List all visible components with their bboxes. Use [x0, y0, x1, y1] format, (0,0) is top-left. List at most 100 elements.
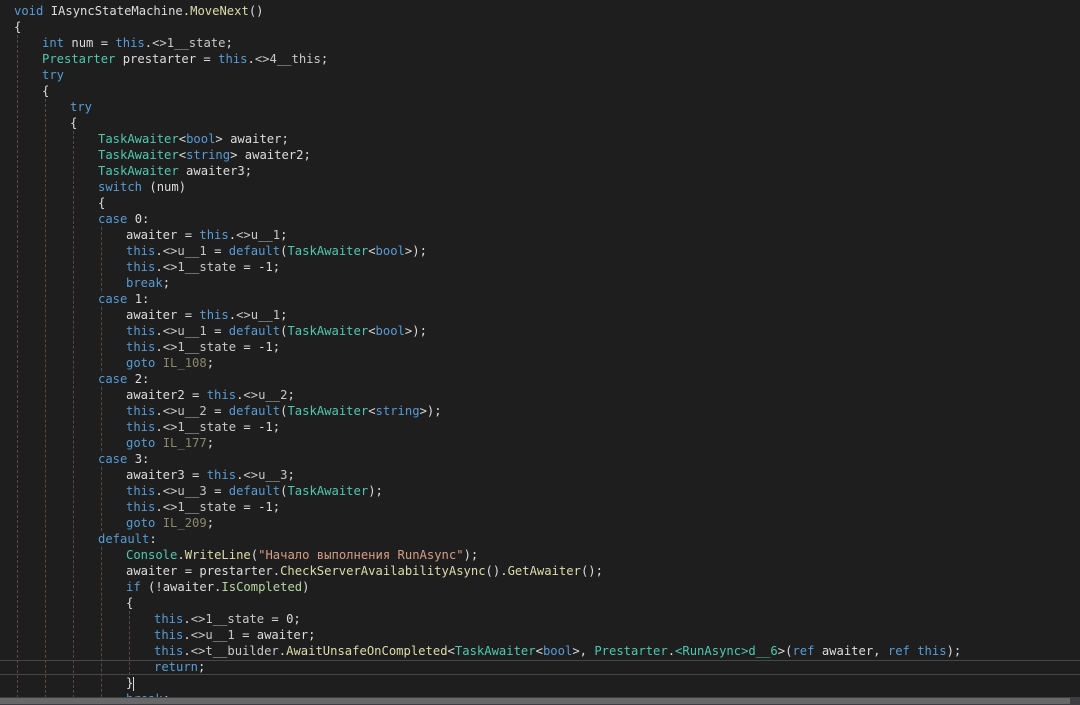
- horizontal-scrollbar[interactable]: [0, 697, 1080, 705]
- code-line[interactable]: if (!awaiter.IsCompleted): [0, 579, 1080, 595]
- code-line[interactable]: this.<>1__state = 0;: [0, 611, 1080, 627]
- code-token: Prestarter: [594, 644, 668, 658]
- code-token: .: [228, 228, 237, 242]
- code-token: ;: [320, 52, 329, 66]
- code-line[interactable]: default:: [0, 531, 1080, 547]
- code-token: case: [98, 212, 128, 226]
- code-line[interactable]: break;: [0, 275, 1080, 291]
- code-line[interactable]: Prestarter prestarter = this.<>4__this;: [0, 51, 1080, 67]
- code-token: TaskAwaiter: [454, 644, 536, 658]
- code-line[interactable]: goto IL_108;: [0, 355, 1080, 371]
- code-token: try: [70, 100, 93, 114]
- code-token: <RunAsync>d__6: [675, 644, 778, 658]
- code-line[interactable]: awaiter3 = this.<>u__3;: [0, 467, 1080, 483]
- code-line[interactable]: case 0:: [0, 211, 1080, 227]
- code-line[interactable]: this.<>u__1 = default(TaskAwaiter<bool>)…: [0, 323, 1080, 339]
- code-token: (!awaiter.: [140, 580, 222, 594]
- code-line[interactable]: TaskAwaiter<string> awaiter2;: [0, 147, 1080, 163]
- code-line[interactable]: void IAsyncStateMachine.MoveNext(): [0, 3, 1080, 19]
- code-line[interactable]: try: [0, 67, 1080, 83]
- code-token: prestarter =: [115, 52, 219, 66]
- code-token: <>1__state: [152, 36, 226, 50]
- code-line[interactable]: awaiter = prestarter.CheckServerAvailabi…: [0, 563, 1080, 579]
- code-token: <>u__3: [243, 468, 288, 482]
- code-token: this: [126, 244, 156, 258]
- code-token: this: [199, 228, 229, 242]
- code-line[interactable]: this.<>1__state = -1;: [0, 259, 1080, 275]
- code-token: this: [126, 500, 156, 514]
- code-line[interactable]: this.<>t__builder.AwaitUnsafeOnCompleted…: [0, 643, 1080, 659]
- code-token: <>u__1: [162, 244, 207, 258]
- code-editor[interactable]: void IAsyncStateMachine.MoveNext(){int n…: [0, 0, 1080, 697]
- code-token: .: [155, 340, 163, 354]
- code-token: = 0;: [264, 612, 301, 626]
- code-token: (): [248, 4, 264, 18]
- code-token: = -1;: [236, 260, 281, 274]
- code-token: {: [14, 20, 22, 34]
- code-line[interactable]: {: [0, 195, 1080, 211]
- code-token: = -1;: [236, 500, 281, 514]
- code-token: default: [228, 484, 281, 498]
- code-token: :: [149, 532, 157, 546]
- code-line[interactable]: this.<>u__3 = default(TaskAwaiter);: [0, 483, 1080, 499]
- code-line[interactable]: case 1:: [0, 291, 1080, 307]
- code-line[interactable]: {: [0, 115, 1080, 131]
- code-line[interactable]: TaskAwaiter<bool> awaiter;: [0, 131, 1080, 147]
- code-line[interactable]: {: [0, 19, 1080, 35]
- code-line[interactable]: }: [0, 675, 1080, 691]
- code-token: awaiter = prestarter.: [126, 564, 281, 578]
- code-line[interactable]: goto IL_177;: [0, 435, 1080, 451]
- scrollbar-thumb[interactable]: [0, 698, 1070, 704]
- code-line[interactable]: TaskAwaiter awaiter3;: [0, 163, 1080, 179]
- code-token: case: [98, 372, 128, 386]
- code-line[interactable]: this.<>1__state = -1;: [0, 499, 1080, 515]
- code-line[interactable]: Console.WriteLine("Начало выполнения Run…: [0, 547, 1080, 563]
- code-token: {: [42, 84, 50, 98]
- code-line[interactable]: awaiter = this.<>u__1;: [0, 227, 1080, 243]
- code-token: <: [368, 244, 376, 258]
- code-token: <>1__state: [162, 500, 237, 514]
- code-line[interactable]: case 2:: [0, 371, 1080, 387]
- code-line[interactable]: this.<>1__state = -1;: [0, 419, 1080, 435]
- code-token: .: [155, 404, 163, 418]
- code-line[interactable]: return;: [0, 659, 1080, 675]
- code-token: this: [206, 468, 237, 482]
- code-token: string: [186, 148, 231, 162]
- code-line[interactable]: awaiter2 = this.<>u__2;: [0, 387, 1080, 403]
- code-line[interactable]: {: [0, 83, 1080, 99]
- code-line[interactable]: case 3:: [0, 451, 1080, 467]
- code-line[interactable]: try: [0, 99, 1080, 115]
- code-line[interactable]: goto IL_209;: [0, 515, 1080, 531]
- code-token: .: [155, 500, 163, 514]
- code-token: ().: [485, 564, 508, 578]
- code-token: awaiter,: [814, 644, 888, 658]
- code-token: this: [126, 420, 156, 434]
- code-line[interactable]: int num = this.<>1__state;: [0, 35, 1080, 51]
- code-token: .: [155, 420, 163, 434]
- code-token: 3:: [127, 452, 150, 466]
- code-line[interactable]: this.<>u__1 = awaiter;: [0, 627, 1080, 643]
- code-token: =: [206, 404, 229, 418]
- code-line[interactable]: {: [0, 595, 1080, 611]
- code-line[interactable]: awaiter = this.<>u__1;: [0, 307, 1080, 323]
- code-line[interactable]: this.<>u__2 = default(TaskAwaiter<string…: [0, 403, 1080, 419]
- code-token: <>t__builder: [190, 644, 279, 658]
- code-token: this: [154, 628, 184, 642]
- code-token: >);: [419, 404, 442, 418]
- code-token: >,: [572, 644, 595, 658]
- code-token: case: [98, 292, 128, 306]
- code-token: <>u__1: [190, 628, 235, 642]
- code-token: switch: [98, 180, 143, 194]
- code-line[interactable]: switch (num): [0, 179, 1080, 195]
- code-token: .: [667, 644, 676, 658]
- code-token: ref: [887, 644, 910, 658]
- code-token: this: [126, 404, 156, 418]
- code-token: {: [126, 596, 134, 610]
- code-line[interactable]: this.<>u__1 = default(TaskAwaiter<bool>)…: [0, 243, 1080, 259]
- code-line[interactable]: this.<>1__state = -1;: [0, 339, 1080, 355]
- code-token: ;: [206, 356, 215, 370]
- code-token: .: [155, 244, 163, 258]
- code-token: Console: [126, 548, 178, 562]
- code-token: goto: [126, 436, 156, 450]
